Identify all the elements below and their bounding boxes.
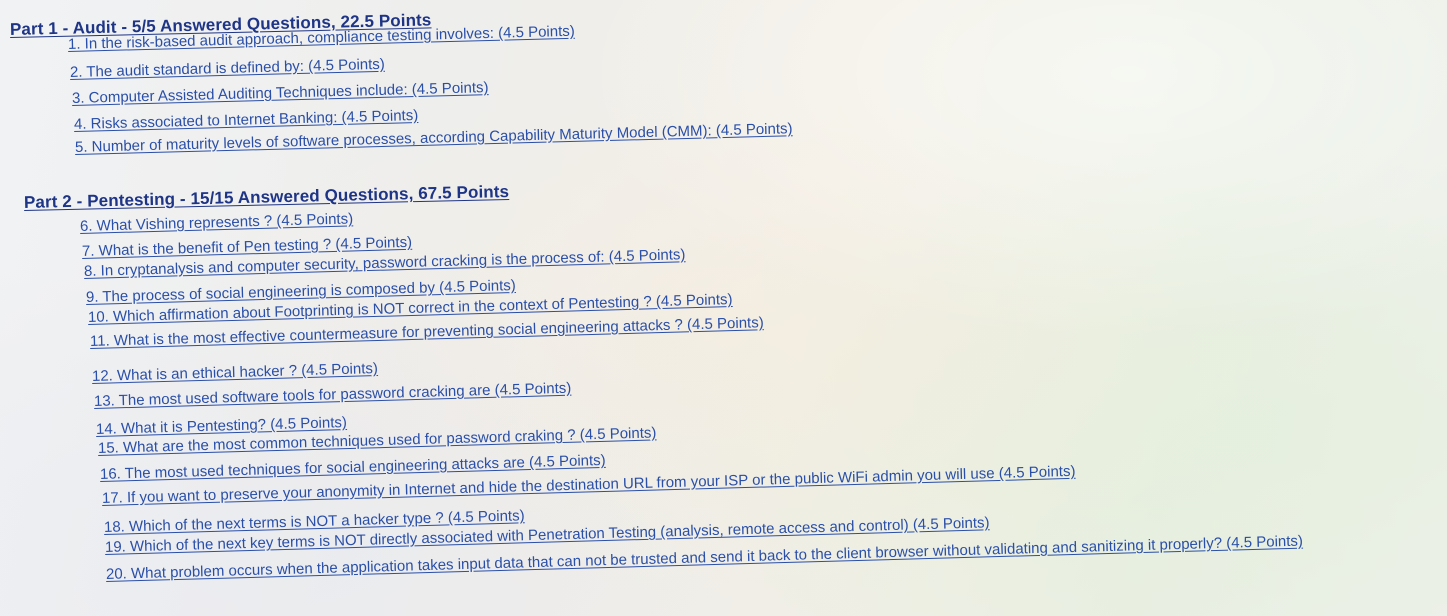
question-link-4[interactable]: 4. Risks associated to Internet Banking:… [74,107,419,133]
question-link-3[interactable]: 3. Computer Assisted Auditing Techniques… [72,79,489,107]
question-link-2[interactable]: 2. The audit standard is defined by: (4.… [70,56,385,81]
part-2-header: Part 2 - Pentesting - 15/15 Answered Que… [23,181,510,212]
questions-page: Part 1 - Audit - 5/5 Answered Questions,… [0,0,1447,616]
question-link-13[interactable]: 13. The most used software tools for pas… [94,380,572,410]
question-link-6[interactable]: 6. What Vishing represents ? (4.5 Points… [80,210,354,235]
question-link-12[interactable]: 12. What is an ethical hacker ? (4.5 Poi… [92,360,378,385]
